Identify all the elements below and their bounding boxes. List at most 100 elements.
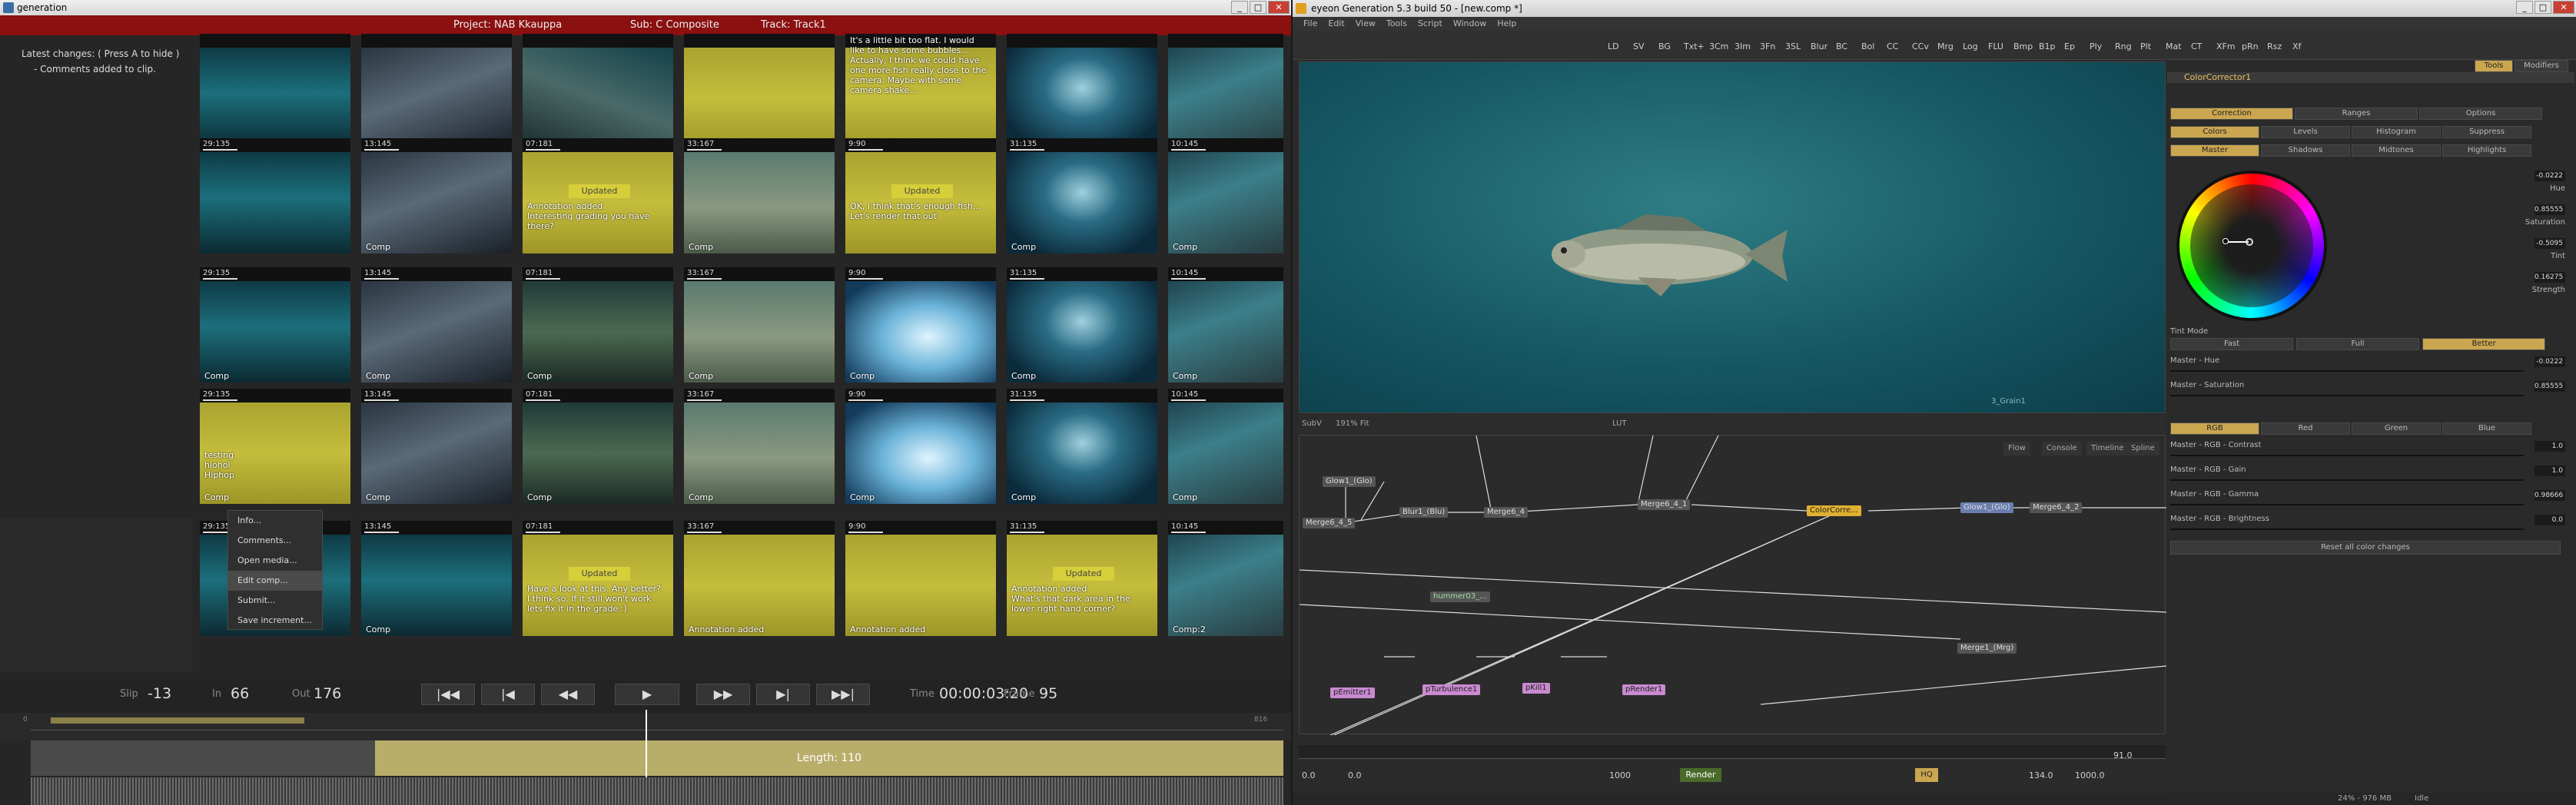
subtab-ranges[interactable]: Ranges <box>2295 108 2418 120</box>
flow-node[interactable]: hummer03_... <box>1430 591 1490 602</box>
clip-thumbnail[interactable]: 29:135 Comp <box>200 267 350 383</box>
flow-node[interactable]: Merge6_4_2 <box>2030 502 2083 513</box>
channel-red[interactable]: Red <box>2261 422 2350 435</box>
wheel-value-field[interactable]: 0.85555 <box>2535 204 2565 215</box>
mode-suppress[interactable]: Suppress <box>2442 126 2531 138</box>
clip-thumbnail[interactable]: 07:181 Comp <box>523 389 673 504</box>
clip-thumbnail[interactable] <box>200 34 350 149</box>
clip-thumbnail[interactable]: 07:181 Comp <box>523 267 673 383</box>
tool-button[interactable]: CC <box>1887 41 1898 51</box>
clip-thumbnail[interactable]: 9:90 Annotation added <box>845 521 996 636</box>
tool-button[interactable]: BC <box>1836 41 1847 51</box>
channel-rgb[interactable]: RGB <box>2170 422 2259 435</box>
clip-thumbnail[interactable]: Comp <box>1007 34 1157 149</box>
in-value[interactable]: 66 <box>231 685 249 702</box>
close-button[interactable]: ✕ <box>1268 1 1290 14</box>
param-slider[interactable] <box>2170 455 2524 456</box>
clip-thumbnail[interactable]: 31:135 Comp <box>1007 267 1157 383</box>
subtab-correction[interactable]: Correction <box>2170 108 2293 120</box>
context-menu-item[interactable]: Comments... <box>228 531 322 551</box>
clip-thumbnail[interactable]: Comp <box>361 34 512 149</box>
tool-button[interactable]: Txt+ <box>1684 41 1705 51</box>
param-value-field[interactable]: 1.0 <box>2535 441 2565 452</box>
clip-thumbnail[interactable]: 10:145 Comp:2 <box>1168 521 1283 636</box>
tool-button[interactable]: Log <box>1963 41 1978 51</box>
tint-full[interactable]: Full <box>2296 338 2419 350</box>
tool-button[interactable]: 3Fn <box>1760 41 1775 51</box>
tool-button[interactable]: 3Im <box>1734 41 1751 51</box>
menu-item[interactable]: Script <box>1418 18 1442 28</box>
fu-maximize-button[interactable]: □ <box>2535 1 2551 14</box>
flow-node[interactable]: Merge6_4 <box>1484 507 1528 518</box>
flow-node[interactable]: pTurbulence1 <box>1422 684 1481 695</box>
context-menu-item[interactable]: Edit comp... <box>228 571 322 591</box>
clip-thumbnail[interactable]: 10:145 Comp <box>1168 389 1283 504</box>
tab-console[interactable]: Console <box>2042 442 2082 456</box>
clip-thumbnail[interactable]: 29:135 testing hiohoi Hiphop Comp <box>200 389 350 504</box>
subview-button[interactable]: SubV <box>1302 415 1322 433</box>
clip-thumbnail[interactable]: 33:167 Comp <box>684 267 835 383</box>
flow-node[interactable]: pEmitter1 <box>1330 687 1375 698</box>
menu-item[interactable]: Edit <box>1328 18 1344 28</box>
clip-thumbnail[interactable] <box>523 34 673 149</box>
param-slider[interactable] <box>2170 370 2524 372</box>
tab-timeline[interactable]: Timeline <box>2086 442 2129 456</box>
minimize-button[interactable]: _ <box>1231 1 1248 14</box>
wheel-handle[interactable] <box>2246 238 2253 246</box>
range-bar[interactable] <box>51 717 304 724</box>
tool-button[interactable]: CCv <box>1912 41 1929 51</box>
clip-thumbnail[interactable]: 13:145 Comp <box>361 138 512 253</box>
time-scale[interactable] <box>1299 745 2166 759</box>
clip-thumbnail[interactable]: 9:90 Updated OK, I think that's enough fis… <box>845 138 996 253</box>
color-wheel[interactable] <box>2176 171 2327 321</box>
render-button[interactable]: Render <box>1680 768 1721 782</box>
flow-node[interactable]: pKill1 <box>1522 683 1550 694</box>
rewind-button[interactable]: ◀◀ <box>541 684 595 705</box>
fu-close-button[interactable]: ✕ <box>2553 1 2574 14</box>
clip-thumbnail[interactable]: 07:181 Updated Annotation added Interestin… <box>523 138 673 253</box>
clip-thumbnail[interactable]: 31:135 Comp <box>1007 138 1157 253</box>
tool-button[interactable]: Ply <box>2090 41 2102 51</box>
fu-minimize-button[interactable]: _ <box>2516 1 2533 14</box>
clip-thumbnail[interactable]: 33:167 Comp <box>684 389 835 504</box>
tool-button[interactable]: LD <box>1608 41 1619 51</box>
tool-button[interactable]: Rsz <box>2267 41 2282 51</box>
tool-button[interactable]: Mrg <box>1937 41 1954 51</box>
clip-thumbnail[interactable]: 29:135 <box>200 138 350 253</box>
context-menu-item[interactable]: Submit... <box>228 591 322 611</box>
length-bar[interactable]: Length: 110 <box>375 740 1283 776</box>
tint-better[interactable]: Better <box>2422 338 2545 350</box>
param-value-field[interactable]: -0.0222 <box>2535 356 2565 367</box>
go-end-button[interactable]: ▶▶| <box>816 684 870 705</box>
range-midtones[interactable]: Midtones <box>2352 144 2441 157</box>
clip-thumbnail[interactable]: It's a little bit too flat. I would like… <box>845 34 996 149</box>
menu-item[interactable]: Tools <box>1386 18 1407 28</box>
range-highlights[interactable]: Highlights <box>2442 144 2531 157</box>
fast-forward-button[interactable]: ▶▶ <box>696 684 750 705</box>
param-slider[interactable] <box>2170 504 2524 505</box>
play-button[interactable]: ▶ <box>615 684 679 705</box>
menu-item[interactable]: File <box>1303 18 1317 28</box>
maximize-button[interactable]: □ <box>1250 1 1266 14</box>
render-end[interactable]: 1000 <box>1609 770 1631 780</box>
flow-node[interactable]: Glow1_(Glo) <box>1323 476 1376 487</box>
flow-node[interactable]: Merge6_4_5 <box>1303 518 1356 528</box>
playhead[interactable] <box>646 710 647 779</box>
clip-thumbnail[interactable]: 9:90 Comp <box>845 389 996 504</box>
clip-thumbnail[interactable]: 10:145 Comp <box>1168 267 1283 383</box>
mode-histogram[interactable]: Histogram <box>2352 126 2441 138</box>
current-time[interactable]: 134.0 <box>2029 770 2053 780</box>
tool-button[interactable]: Bol <box>1861 41 1874 51</box>
param-value-field[interactable]: 0.0 <box>2535 515 2565 525</box>
tool-button[interactable]: 3SL <box>1785 41 1801 51</box>
flow-node[interactable]: Merge6_4_1 <box>1638 499 1691 510</box>
menu-item[interactable]: Help <box>1497 18 1516 28</box>
tint-fast[interactable]: Fast <box>2170 338 2293 350</box>
tab-spline[interactable]: Spline <box>2126 442 2159 456</box>
zoom-select[interactable]: 191% Fit <box>1336 415 1369 433</box>
tool-button[interactable]: Ep <box>2064 41 2075 51</box>
tool-button[interactable]: CT <box>2191 41 2202 51</box>
tool-button[interactable]: 3Cm <box>1709 41 1728 51</box>
hq-button[interactable]: HQ <box>1915 768 1938 782</box>
tool-button[interactable]: Blur <box>1811 41 1827 51</box>
